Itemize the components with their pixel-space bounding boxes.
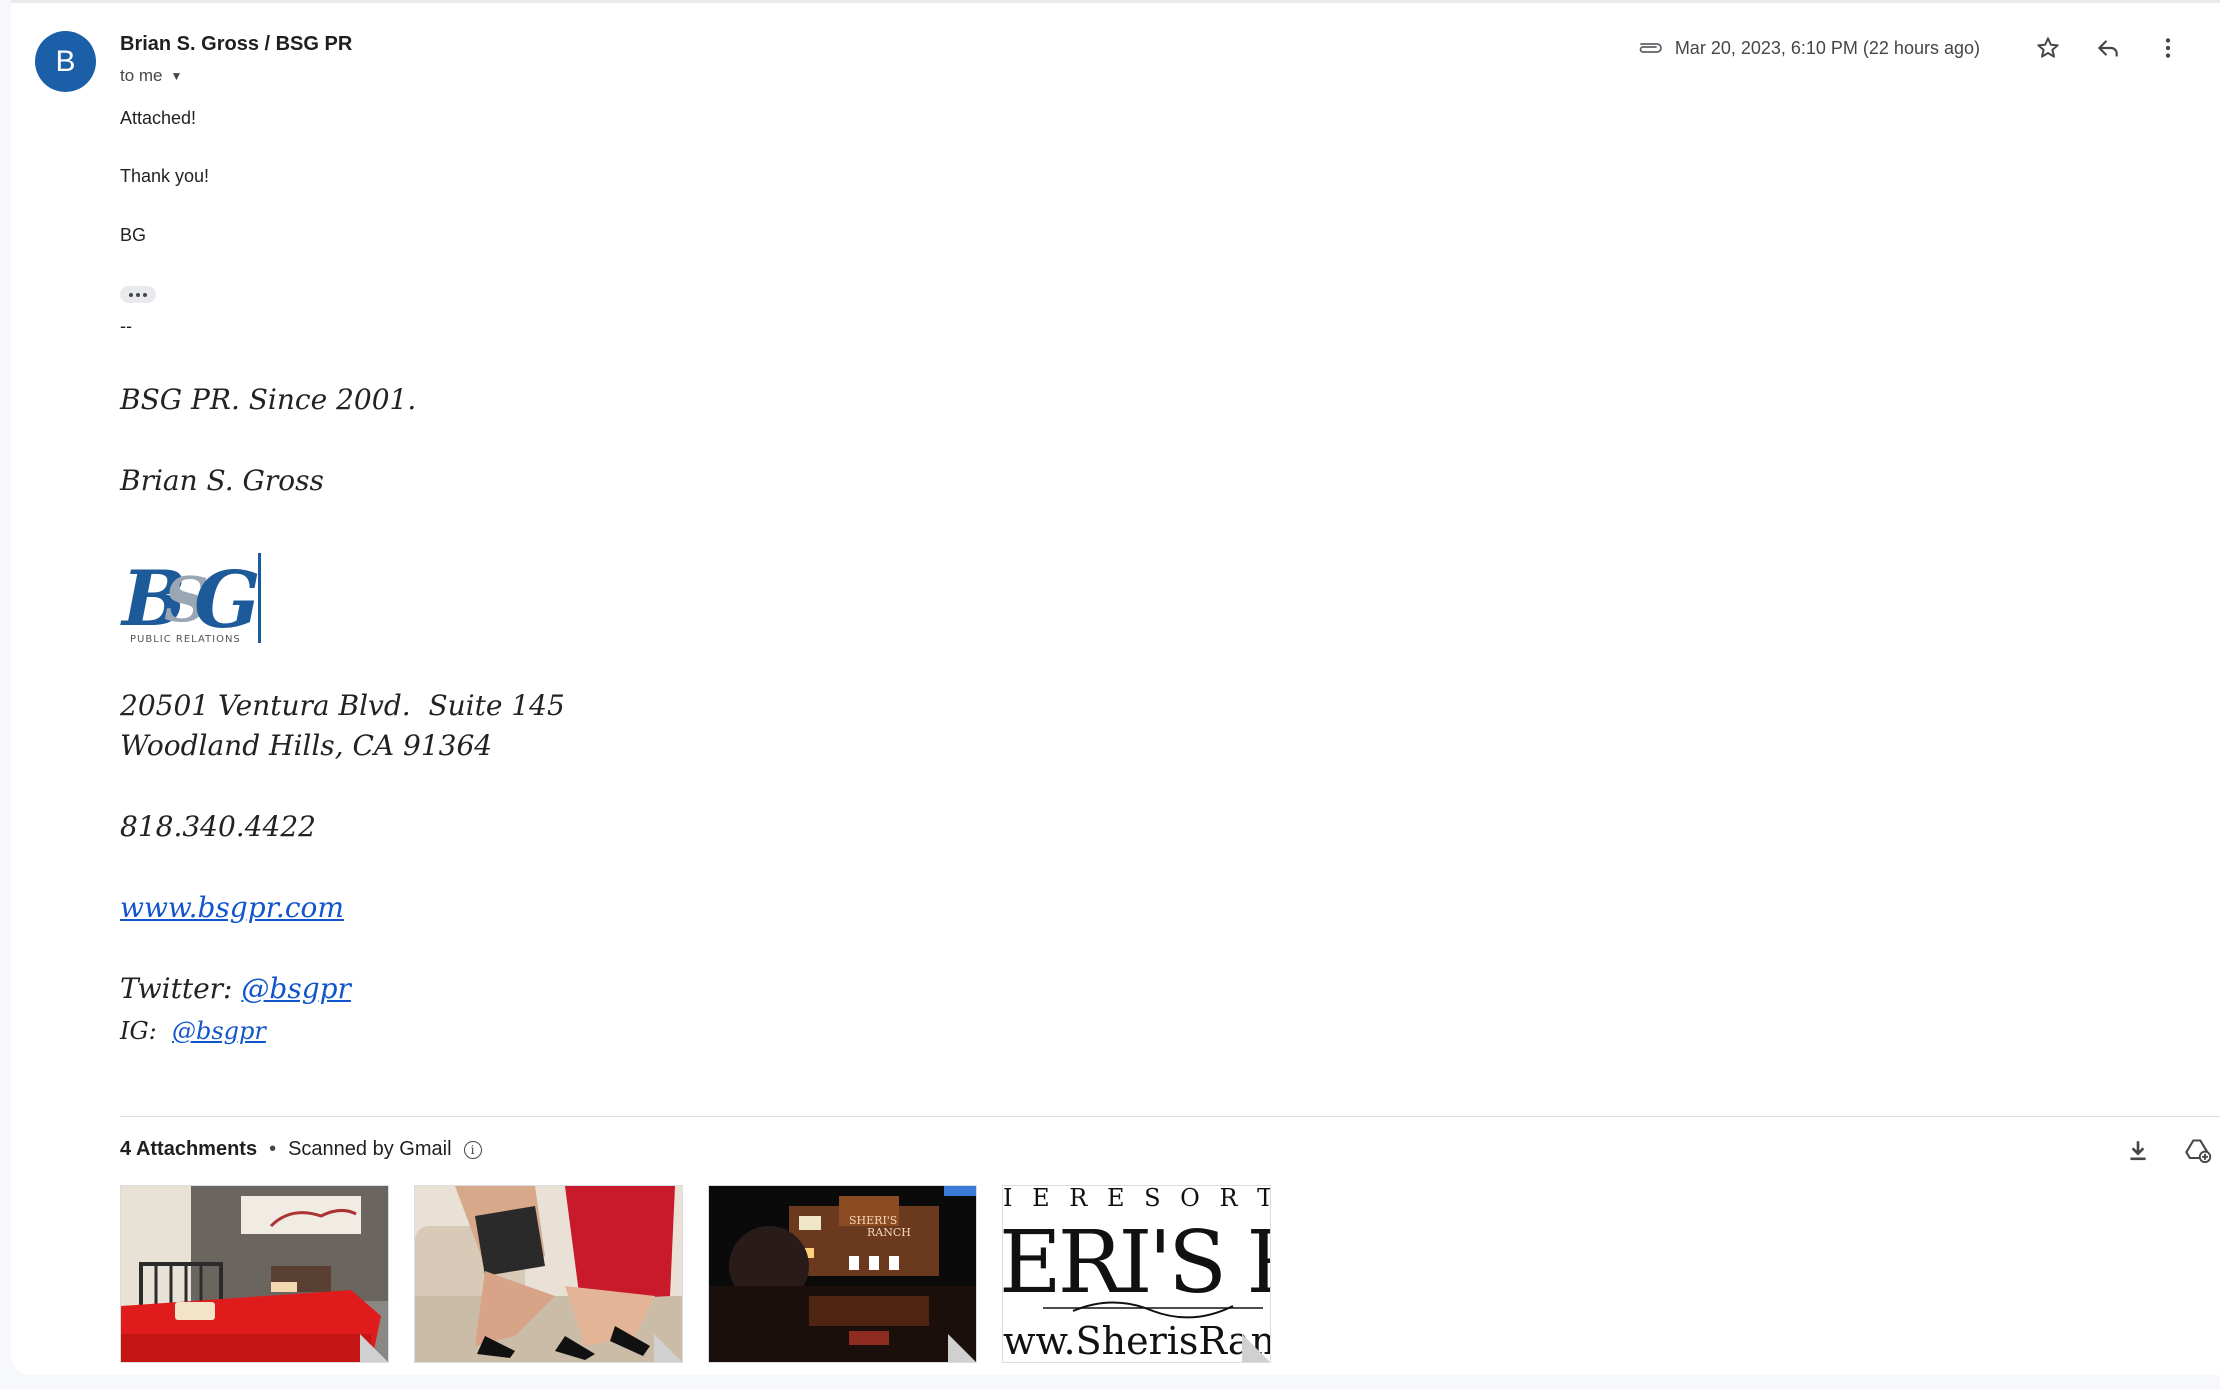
separator-dot: • xyxy=(269,1138,277,1160)
ranch-night-photo: SHERI'S RANCH xyxy=(709,1186,976,1362)
bedroom-photo xyxy=(121,1186,388,1362)
reply-icon xyxy=(2098,40,2118,57)
body-line: Thank you! xyxy=(120,166,210,186)
message-meta: Mar 20, 2023, 6:10 PM (22 hours ago) xyxy=(1635,27,2190,69)
signature-twitter-row: Twitter: @bsgpr xyxy=(120,972,351,1005)
signature-tagline: BSG PR. Since 2001. xyxy=(120,383,417,416)
email-message-card: B Brian S. Gross / BSG PR to me ▼ Mar 20… xyxy=(11,0,2220,1375)
attachment-thumbnail-bedroom[interactable] xyxy=(120,1185,389,1363)
info-icon[interactable]: i xyxy=(463,1140,482,1159)
signature-phone: 818.340.4422 xyxy=(120,810,316,843)
website-link[interactable]: www.bsgpr.com xyxy=(120,891,344,924)
recipient-details-toggle[interactable]: to me ▼ xyxy=(120,66,182,86)
attachment-thumbnail-ranch-night[interactable]: SHERI'S RANCH xyxy=(708,1185,977,1363)
models-photo xyxy=(415,1186,682,1362)
bsg-logo: B S G PUBLIC RELATIONS xyxy=(120,553,261,645)
thumbnail-corner-fold xyxy=(654,1334,682,1362)
more-options-button[interactable] xyxy=(2146,26,2190,70)
svg-text:ERI'S R: ERI'S R xyxy=(1003,1213,1271,1313)
more-vert-icon xyxy=(2165,38,2171,58)
attachments-header: 4 Attachments • Scanned by Gmail i xyxy=(120,1138,482,1161)
attachment-icon xyxy=(1639,43,1662,53)
instagram-link[interactable]: @bsgpr xyxy=(172,1017,266,1045)
twitter-label: Twitter: xyxy=(120,972,242,1005)
signature-address-line2: Woodland Hills, CA 91364 xyxy=(120,729,493,762)
thumbnail-corner-fold xyxy=(1242,1334,1270,1362)
svg-text:PUBLIC RELATIONS: PUBLIC RELATIONS xyxy=(130,634,241,645)
avatar-letter: B xyxy=(55,44,76,78)
chevron-down-icon: ▼ xyxy=(170,69,183,83)
svg-text:RANCH: RANCH xyxy=(867,1226,911,1239)
attachment-thumbnail-logo[interactable]: I E R E S O R T ERI'S R ww.SherisRan xyxy=(1002,1185,1271,1363)
show-trimmed-content-button[interactable] xyxy=(120,286,156,303)
add-to-drive-icon xyxy=(2185,1139,2212,1164)
thumbnail-corner-fold xyxy=(948,1334,976,1362)
signature-instagram-row: IG: @bsgpr xyxy=(120,1017,266,1045)
download-all-button[interactable] xyxy=(2116,1129,2160,1173)
star-button[interactable] xyxy=(2026,26,2070,70)
download-icon xyxy=(2130,1141,2146,1161)
sender-avatar[interactable]: B xyxy=(35,31,96,92)
attachment-thumbnails: SHERI'S RANCH I E R E S O R T ERI'S R xyxy=(120,1185,1271,1363)
star-icon xyxy=(2037,37,2059,58)
attachments-actions xyxy=(2116,1129,2220,1173)
reply-button[interactable] xyxy=(2086,26,2130,70)
recipient-label: to me xyxy=(120,66,163,85)
ranch-logo-image: I E R E S O R T ERI'S R ww.SherisRan xyxy=(1003,1186,1271,1363)
svg-text:ww.SherisRan: ww.SherisRan xyxy=(1003,1319,1271,1363)
attachments-divider xyxy=(120,1116,2220,1117)
attachment-thumbnail-models[interactable] xyxy=(414,1185,683,1363)
body-line: BG xyxy=(120,225,147,245)
attachments-count: 4 Attachments xyxy=(120,1138,258,1160)
signature-address-line1: 20501 Ventura Blvd. Suite 145 xyxy=(120,689,565,722)
signature-website-row: www.bsgpr.com xyxy=(120,891,344,924)
scanned-by-gmail-label: Scanned by Gmail xyxy=(288,1138,452,1160)
ellipsis-dot xyxy=(136,292,140,297)
sender-name[interactable]: Brian S. Gross / BSG PR xyxy=(120,33,352,56)
message-date: Mar 20, 2023, 6:10 PM (22 hours ago) xyxy=(1674,37,1980,58)
thumbnail-corner-fold xyxy=(360,1334,388,1362)
add-to-drive-button[interactable] xyxy=(2176,1129,2220,1173)
instagram-label: IG: xyxy=(120,1017,172,1045)
ellipsis-dot xyxy=(129,292,133,297)
twitter-link[interactable]: @bsgpr xyxy=(241,972,351,1005)
signature-separator: -- xyxy=(120,316,132,336)
svg-text:G: G xyxy=(194,555,261,645)
body-line: Attached! xyxy=(120,108,197,128)
svg-text:I E R E S O R T: I E R E S O R T xyxy=(1003,1186,1271,1212)
ellipsis-dot xyxy=(143,292,147,297)
signature-name: Brian S. Gross xyxy=(120,464,324,497)
